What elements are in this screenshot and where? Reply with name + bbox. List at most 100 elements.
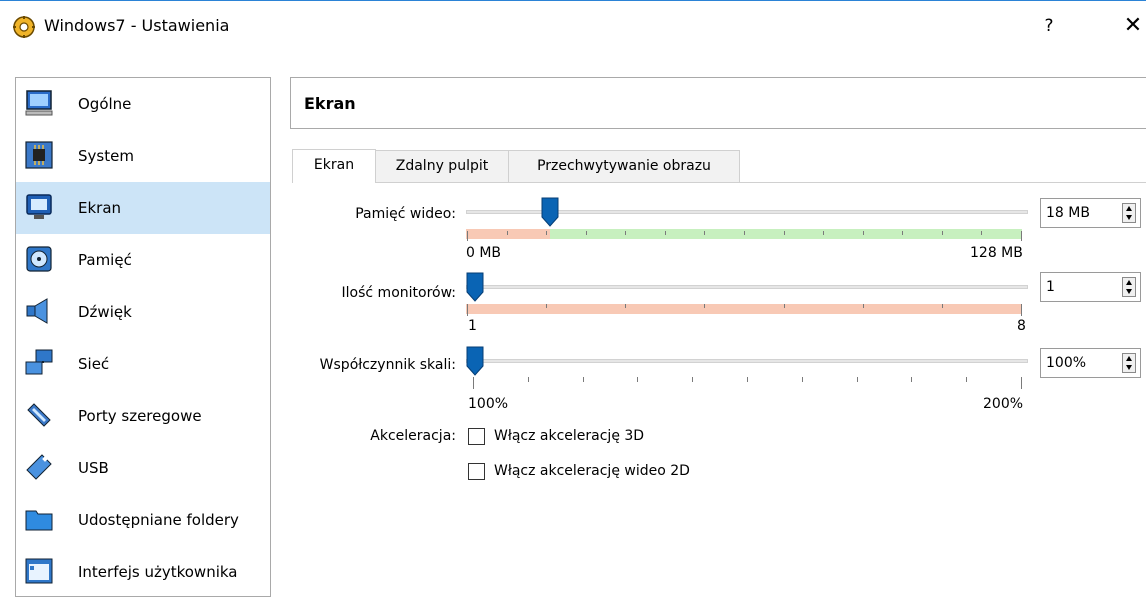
slider-tick xyxy=(863,304,864,308)
monitor-count-value: 1 xyxy=(1046,279,1055,295)
slider-tick xyxy=(823,231,824,235)
scale-factor-slider-track[interactable] xyxy=(466,359,1028,363)
scale-factor-max-label: 200% xyxy=(983,396,1024,412)
help-button[interactable]: ? xyxy=(1034,13,1064,39)
chip-icon xyxy=(25,141,53,169)
sidebar-item-user-interface[interactable]: Interfejs użytkownika xyxy=(16,546,270,598)
slider-tick xyxy=(747,377,748,382)
tab-remote-desktop[interactable]: Zdalny pulpit xyxy=(375,150,509,183)
sidebar-item-label: Ogólne xyxy=(78,95,132,113)
slider-tick xyxy=(802,377,803,382)
video-memory-max-label: 128 MB xyxy=(970,245,1023,261)
sidebar-item-network[interactable]: Sieć xyxy=(16,338,270,390)
title-bar: Windows7 - Ustawienia ? ✕ xyxy=(0,1,1146,51)
serial-port-icon xyxy=(27,403,51,427)
slider-tick xyxy=(911,377,912,382)
sidebar-item-label: Sieć xyxy=(78,355,110,373)
slider-tick xyxy=(467,231,468,241)
usb-icon xyxy=(26,454,52,480)
slider-tick xyxy=(704,304,705,308)
slider-tick xyxy=(784,304,785,308)
slider-tick xyxy=(692,377,693,382)
slider-tick xyxy=(665,231,666,235)
scale-factor-spinbox[interactable]: 100% xyxy=(1040,348,1141,378)
spin-arrows-icon[interactable] xyxy=(1122,353,1136,373)
tab-video-capture[interactable]: Przechwytywanie obrazu xyxy=(508,150,740,183)
video-memory-scale-ok xyxy=(550,229,1022,239)
slider-tick xyxy=(507,231,508,235)
enable-2d-video-label[interactable]: Włącz akcelerację wideo 2D xyxy=(494,463,690,479)
slider-tick xyxy=(784,231,785,235)
sidebar-item-serial-ports[interactable]: Porty szeregowe xyxy=(16,390,270,442)
video-memory-slider-handle[interactable] xyxy=(541,197,559,227)
monitor-count-slider-track[interactable] xyxy=(466,285,1028,289)
slider-tick xyxy=(625,304,626,308)
monitor-count-spinbox[interactable]: 1 xyxy=(1040,272,1141,302)
spin-arrows-icon[interactable] xyxy=(1122,203,1136,223)
virtualbox-gear-icon xyxy=(13,16,35,38)
slider-tick xyxy=(902,231,903,235)
sidebar-item-storage[interactable]: Pamięć xyxy=(16,234,270,286)
enable-3d-checkbox[interactable] xyxy=(468,428,485,445)
settings-sidebar: Ogólne System Ekran Pamięć Dźwięk Sieć P… xyxy=(15,77,271,597)
sidebar-item-usb[interactable]: USB xyxy=(16,442,270,494)
slider-tick xyxy=(528,377,529,382)
sidebar-item-general[interactable]: Ogólne xyxy=(16,78,270,130)
monitor-count-slider-handle[interactable] xyxy=(466,272,484,302)
sidebar-item-label: Ekran xyxy=(78,199,122,217)
enable-3d-label[interactable]: Włącz akcelerację 3D xyxy=(494,428,644,444)
tab-bar-line xyxy=(375,182,1146,183)
monitor-count-label: Ilość monitorów: xyxy=(341,285,456,301)
speaker-icon xyxy=(26,298,48,324)
sidebar-item-label: USB xyxy=(78,459,109,477)
close-icon: ✕ xyxy=(1123,13,1143,38)
monitor-count-scale xyxy=(466,304,1022,314)
slider-tick xyxy=(473,377,474,389)
slider-tick xyxy=(625,231,626,235)
sidebar-item-display[interactable]: Ekran xyxy=(16,182,270,234)
enable-2d-video-checkbox[interactable] xyxy=(468,463,485,480)
monitor-icon xyxy=(25,90,53,116)
spin-arrows-icon[interactable] xyxy=(1122,277,1136,297)
close-button[interactable]: ✕ xyxy=(1118,13,1146,39)
scale-factor-value: 100% xyxy=(1046,355,1087,371)
sidebar-item-system[interactable]: System xyxy=(16,130,270,182)
sidebar-item-label: Pamięć xyxy=(78,251,132,269)
page-title: Ekran xyxy=(304,94,356,113)
sidebar-item-label: Udostępniane foldery xyxy=(78,511,239,529)
slider-tick xyxy=(637,377,638,382)
video-memory-spinbox[interactable]: 18 MB xyxy=(1040,198,1141,228)
slider-tick xyxy=(942,231,943,235)
tab-display[interactable]: Ekran xyxy=(292,149,376,183)
sidebar-item-label: System xyxy=(78,147,134,165)
folder-icon xyxy=(25,510,53,531)
network-icon xyxy=(25,349,53,375)
slider-tick xyxy=(467,304,468,316)
video-memory-min-label: 0 MB xyxy=(466,245,502,261)
storage-icon xyxy=(26,246,52,272)
slider-tick xyxy=(586,231,587,235)
slider-tick xyxy=(583,377,584,382)
sidebar-item-shared-folders[interactable]: Udostępniane foldery xyxy=(16,494,270,546)
video-memory-scale-low xyxy=(466,229,550,239)
slider-tick xyxy=(744,231,745,235)
ui-window-icon xyxy=(25,558,53,584)
slider-tick xyxy=(1021,304,1022,316)
video-memory-value: 18 MB xyxy=(1046,205,1090,221)
slider-tick xyxy=(942,304,943,308)
slider-tick xyxy=(1021,231,1022,241)
scale-factor-min-label: 100% xyxy=(468,396,509,412)
video-memory-label: Pamięć wideo: xyxy=(355,206,456,222)
scale-factor-label: Współczynnik skali: xyxy=(319,357,456,373)
sidebar-item-audio[interactable]: Dźwięk xyxy=(16,286,270,338)
acceleration-label: Akceleracja: xyxy=(370,428,456,444)
section-header: Ekran xyxy=(290,77,1146,129)
sidebar-item-label: Porty szeregowe xyxy=(78,407,202,425)
sidebar-item-label: Interfejs użytkownika xyxy=(78,563,238,581)
display-icon xyxy=(26,194,52,219)
slider-tick xyxy=(704,231,705,235)
slider-tick xyxy=(546,231,547,235)
slider-tick xyxy=(966,377,967,382)
scale-factor-slider-handle[interactable] xyxy=(466,346,484,376)
window-title: Windows7 - Ustawienia xyxy=(44,16,230,35)
